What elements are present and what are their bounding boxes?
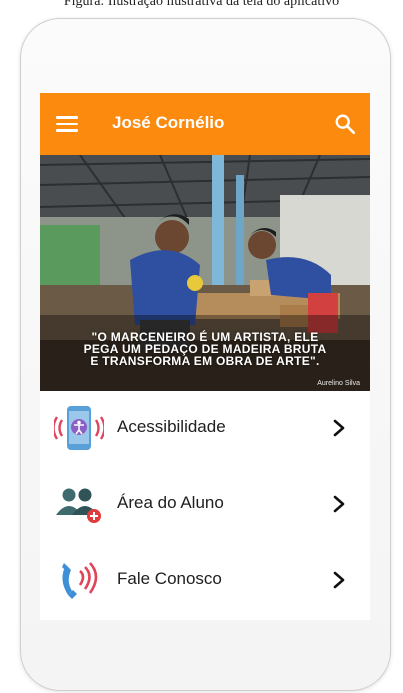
hamburger-menu-icon[interactable] xyxy=(56,116,78,132)
menu-item-label: Acessibilidade xyxy=(117,417,226,436)
figure-caption: Figura: Ilustração ilustrativa da tela d… xyxy=(63,0,340,9)
menu-item-acessibilidade[interactable]: Acessibilidade xyxy=(40,391,370,467)
student-group-icon xyxy=(56,488,101,523)
quote-line: E TRANSFORMA EM OBRA DE ARTE". xyxy=(90,354,320,368)
chevron-right-icon xyxy=(333,495,345,513)
app-title: José Cornélio xyxy=(112,113,225,132)
hero-banner-image: "O MARCENEIRO É UM ARTISTA, ELE PEGA UM … xyxy=(40,155,370,391)
phone-call-icon xyxy=(62,562,98,599)
accessibility-phone-icon xyxy=(54,406,104,450)
quote-author: Aurelino Silva xyxy=(317,380,360,387)
hero-quote: "O MARCENEIRO É UM ARTISTA, ELE PEGA UM … xyxy=(48,331,362,367)
app-bar: José Cornélio xyxy=(40,93,370,155)
menu-item-label: Fale Conosco xyxy=(117,569,222,588)
chevron-right-icon xyxy=(333,571,345,589)
menu-item-area-do-aluno[interactable]: Área do Aluno xyxy=(40,467,370,543)
search-icon[interactable] xyxy=(334,113,356,135)
app-screen: José Cornélio "O MARCENEIRO É UM ARTISTA… xyxy=(40,93,370,620)
menu-item-label: Área do Aluno xyxy=(117,493,224,512)
menu-item-fale-conosco[interactable]: Fale Conosco xyxy=(40,543,370,619)
chevron-right-icon xyxy=(333,419,345,437)
